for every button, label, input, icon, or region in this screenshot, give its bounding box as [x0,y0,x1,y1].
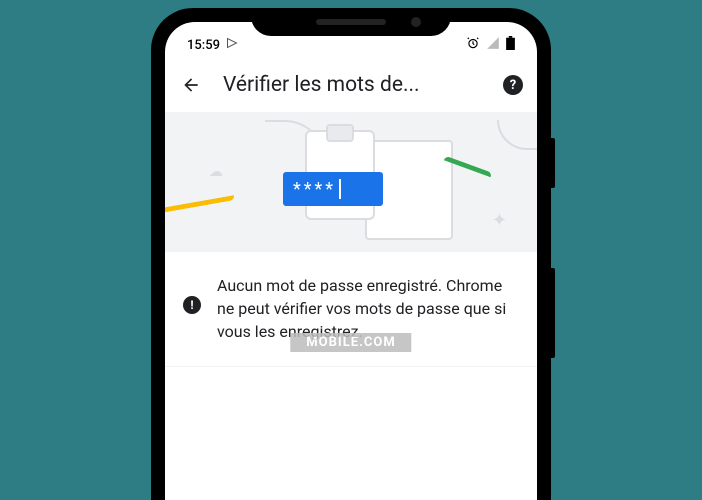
decorative-swoosh [165,195,235,214]
watermark: MOBILE.COM [290,333,411,352]
back-button[interactable] [179,73,203,97]
signal-icon [486,36,500,54]
phone-notch [251,8,451,36]
decorative-line [497,120,537,150]
info-message-card: ! Aucun mot de passe enregistré. Chrome … [165,252,537,367]
battery-icon [506,36,515,54]
speaker-grille [316,19,386,25]
sparkle-icon: ✦ [492,210,507,231]
play-store-icon [226,37,238,53]
app-bar: Vérifier les mots de... ? [165,58,537,112]
arrow-left-icon [181,75,201,95]
phone-frame: 15:59 Vérifier les mots [151,8,551,500]
side-button [551,268,555,358]
question-icon: ? [510,78,516,93]
illustration-banner: ☁ **** ✦ [165,112,537,252]
info-icon: ! [183,296,201,314]
clock: 15:59 [187,38,220,53]
cloud-icon: ☁ [209,164,223,180]
status-left: 15:59 [187,37,238,53]
side-button [551,138,555,188]
alarm-icon [466,36,480,54]
help-button[interactable]: ? [503,75,523,95]
front-camera [411,17,421,27]
password-mask: **** [293,179,336,200]
screen: 15:59 Vérifier les mots [165,22,537,500]
password-field-illustration: **** [283,172,383,206]
page-title: Vérifier les mots de... [223,73,483,97]
status-right [466,36,515,54]
